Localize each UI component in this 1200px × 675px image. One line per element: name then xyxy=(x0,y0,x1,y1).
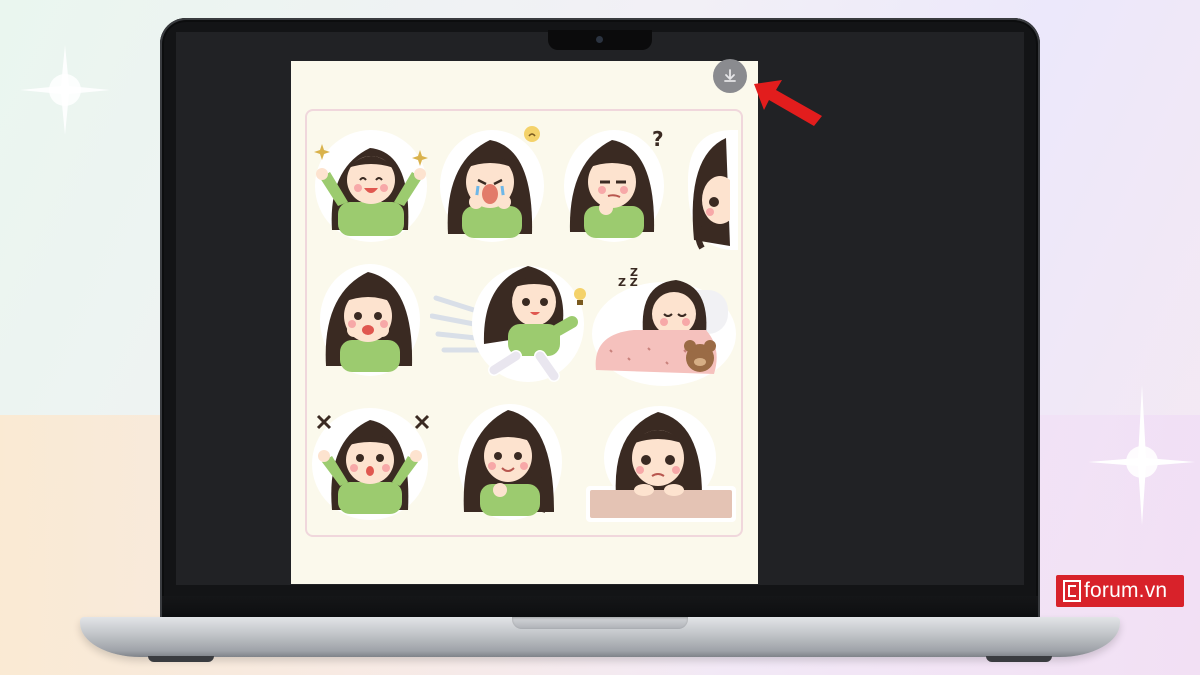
download-button[interactable] xyxy=(713,59,747,93)
thinking-girl-sticker: ? xyxy=(564,127,664,242)
sforum-logo: forum.vn xyxy=(1056,575,1184,607)
surprised-girl-sticker xyxy=(312,408,430,520)
logo-text: forum.vn xyxy=(1084,579,1168,602)
sad-girl-sticker xyxy=(586,406,736,522)
sparkle-icon xyxy=(1088,385,1195,525)
running-girl-sticker xyxy=(430,266,586,382)
sparkle-icon xyxy=(20,45,110,135)
shy-girl-sticker xyxy=(320,264,420,376)
laptop-base xyxy=(80,617,1120,657)
trackpad-notch xyxy=(512,617,688,629)
svg-text:Z: Z xyxy=(630,266,638,279)
camera-notch xyxy=(548,30,652,50)
laptop-foot xyxy=(986,656,1052,662)
laptop-chin xyxy=(162,596,1038,618)
camera-icon xyxy=(596,36,603,43)
smiling-girl-sticker xyxy=(458,404,562,520)
download-icon xyxy=(724,69,736,82)
sforum-logo-mark-icon xyxy=(1063,580,1081,602)
sleeping-girl-sticker: Z Z Z xyxy=(592,266,736,386)
svg-text:?: ? xyxy=(652,127,664,151)
peeking-girl-sticker xyxy=(687,130,738,250)
cheering-girl-sticker xyxy=(314,130,428,242)
laptop-foot xyxy=(148,656,214,662)
crying-girl-sticker xyxy=(440,126,544,242)
